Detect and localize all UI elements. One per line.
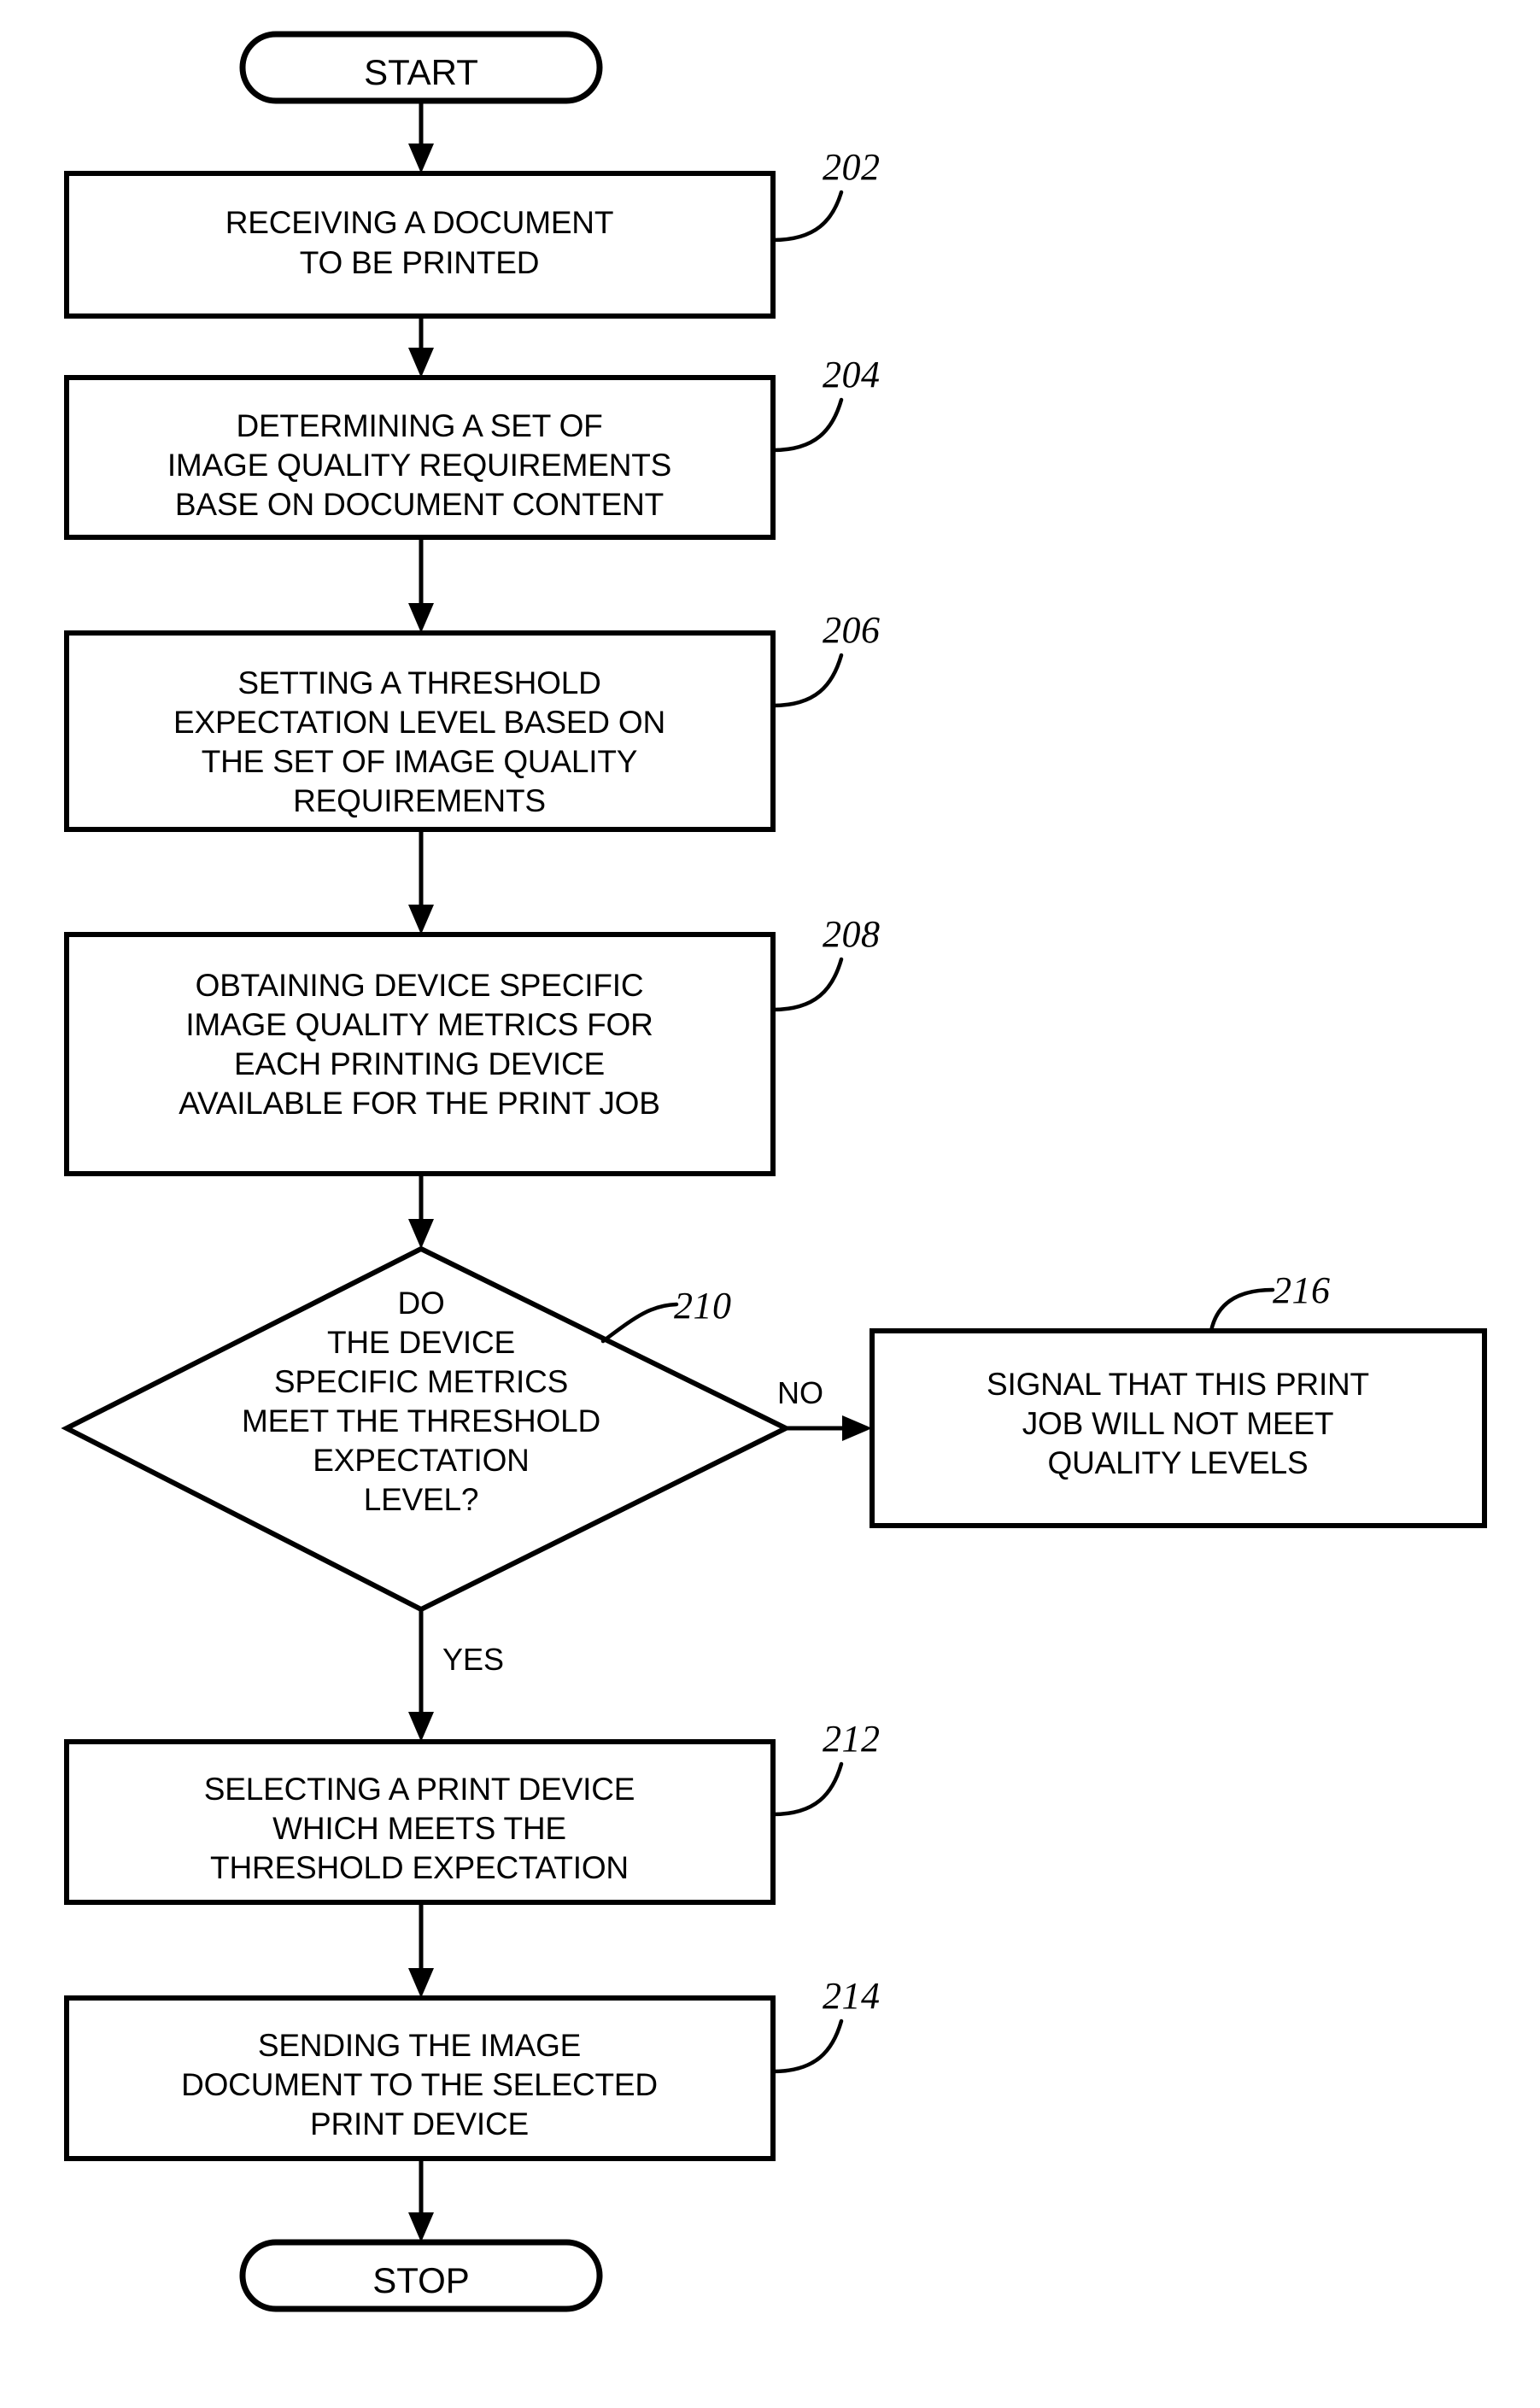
node-step-202: RECEIVING A DOCUMENT TO BE PRINTED 202: [64, 146, 881, 319]
leader-line-216: [1209, 1287, 1275, 1333]
step-206-line-4: REQUIREMENTS: [293, 783, 546, 818]
step-206-line-2: EXPECTATION LEVEL BASED ON: [173, 705, 665, 740]
connector-210-to-216-no: NO: [777, 1375, 872, 1441]
decision-210-line-1: DO: [397, 1286, 444, 1321]
ref-number-204: 204: [823, 354, 881, 395]
leader-line-202: [770, 190, 844, 243]
step-206-line-3: THE SET OF IMAGE QUALITY: [202, 744, 638, 779]
node-stop: STOP: [239, 2239, 603, 2312]
node-step-208: OBTAINING DEVICE SPECIFIC IMAGE QUALITY …: [64, 913, 881, 1176]
node-decision-210: DO THE DEVICE SPECIFIC METRICS MEET THE …: [61, 1245, 792, 1613]
decision-210-line-2: THE DEVICE: [327, 1325, 515, 1360]
decision-210-line-6: LEVEL?: [364, 1482, 479, 1517]
step-202-line-2: TO BE PRINTED: [300, 245, 539, 280]
node-step-212: SELECTING A PRINT DEVICE WHICH MEETS THE…: [64, 1718, 881, 1905]
step-214-line-3: PRINT DEVICE: [310, 2106, 529, 2141]
ref-number-212: 212: [823, 1718, 881, 1760]
step-204-line-1: DETERMINING A SET OF: [236, 408, 602, 443]
step-204-line-3: BASE ON DOCUMENT CONTENT: [175, 487, 664, 522]
connector-start-to-202: [408, 101, 434, 173]
leader-line-212: [770, 1761, 844, 1817]
step-214-line-1: SENDING THE IMAGE: [258, 2028, 581, 2063]
decision-210-line-4: MEET THE THRESHOLD: [242, 1403, 600, 1438]
stop-label: STOP: [372, 2260, 470, 2300]
step-206-line-1: SETTING A THRESHOLD: [237, 665, 600, 700]
figure-page: START RECEIVING A DOCUMENT TO BE PRINTED…: [0, 0, 1540, 2408]
arrow-head-icon: [408, 348, 434, 378]
branch-label-yes: YES: [442, 1642, 504, 1677]
node-step-204: DETERMINING A SET OF IMAGE QUALITY REQUI…: [64, 354, 881, 540]
arrow-head-icon: [408, 144, 434, 173]
step-214-line-2: DOCUMENT TO THE SELECTED: [181, 2067, 658, 2102]
branch-label-no: NO: [777, 1375, 823, 1410]
ref-number-208: 208: [823, 913, 881, 955]
connector-214-to-stop: [408, 2159, 434, 2242]
arrow-head-icon: [408, 603, 434, 633]
step-208-line-4: AVAILABLE FOR THE PRINT JOB: [179, 1086, 659, 1121]
arrow-head-icon: [408, 2212, 434, 2242]
leader-line-214: [770, 2018, 844, 2074]
leader-line-210: [600, 1302, 679, 1344]
step-212-line-3: THRESHOLD EXPECTATION: [210, 1850, 629, 1885]
flowchart-canvas: START RECEIVING A DOCUMENT TO BE PRINTED…: [61, 31, 1487, 2312]
step-202-line-1: RECEIVING A DOCUMENT: [225, 205, 613, 240]
leader-line-206: [770, 653, 844, 708]
connector-208-to-210: [408, 1174, 434, 1249]
step-208-line-1: OBTAINING DEVICE SPECIFIC: [196, 968, 644, 1003]
step-216-line-1: SIGNAL THAT THIS PRINT: [987, 1367, 1369, 1402]
connector-204-to-206: [408, 537, 434, 633]
decision-210-line-3: SPECIFIC METRICS: [274, 1364, 568, 1399]
leader-line-208: [770, 957, 844, 1012]
ref-number-214: 214: [823, 1975, 881, 2017]
arrow-head-icon: [842, 1415, 872, 1441]
node-start: START: [239, 31, 603, 104]
connector-212-to-214: [408, 1902, 434, 1998]
ref-number-216: 216: [1273, 1269, 1331, 1311]
leader-line-204: [770, 397, 844, 453]
arrow-head-icon: [408, 1219, 434, 1249]
connector-206-to-208: [408, 829, 434, 934]
step-216-line-2: JOB WILL NOT MEET: [1022, 1406, 1334, 1441]
step-216-line-3: QUALITY LEVELS: [1048, 1445, 1309, 1480]
node-step-216: SIGNAL THAT THIS PRINT JOB WILL NOT MEET…: [870, 1269, 1487, 1528]
connector-210-to-212-yes: YES: [408, 1609, 504, 1742]
node-step-206: SETTING A THRESHOLD EXPECTATION LEVEL BA…: [64, 609, 881, 832]
start-label: START: [364, 52, 478, 92]
step-208-line-2: IMAGE QUALITY METRICS FOR: [185, 1007, 653, 1042]
arrow-head-icon: [408, 905, 434, 934]
connector-202-to-204: [408, 316, 434, 378]
node-step-214: SENDING THE IMAGE DOCUMENT TO THE SELECT…: [64, 1975, 881, 2161]
step-212-line-1: SELECTING A PRINT DEVICE: [204, 1772, 635, 1807]
step-208-line-3: EACH PRINTING DEVICE: [234, 1046, 605, 1081]
ref-number-202: 202: [823, 146, 881, 188]
arrow-head-icon: [408, 1712, 434, 1742]
decision-210-line-5: EXPECTATION: [313, 1443, 529, 1478]
ref-number-210: 210: [674, 1285, 732, 1327]
ref-number-206: 206: [823, 609, 881, 651]
step-204-line-2: IMAGE QUALITY REQUIREMENTS: [167, 448, 671, 483]
arrow-head-icon: [408, 1968, 434, 1998]
step-212-line-2: WHICH MEETS THE: [272, 1811, 566, 1846]
